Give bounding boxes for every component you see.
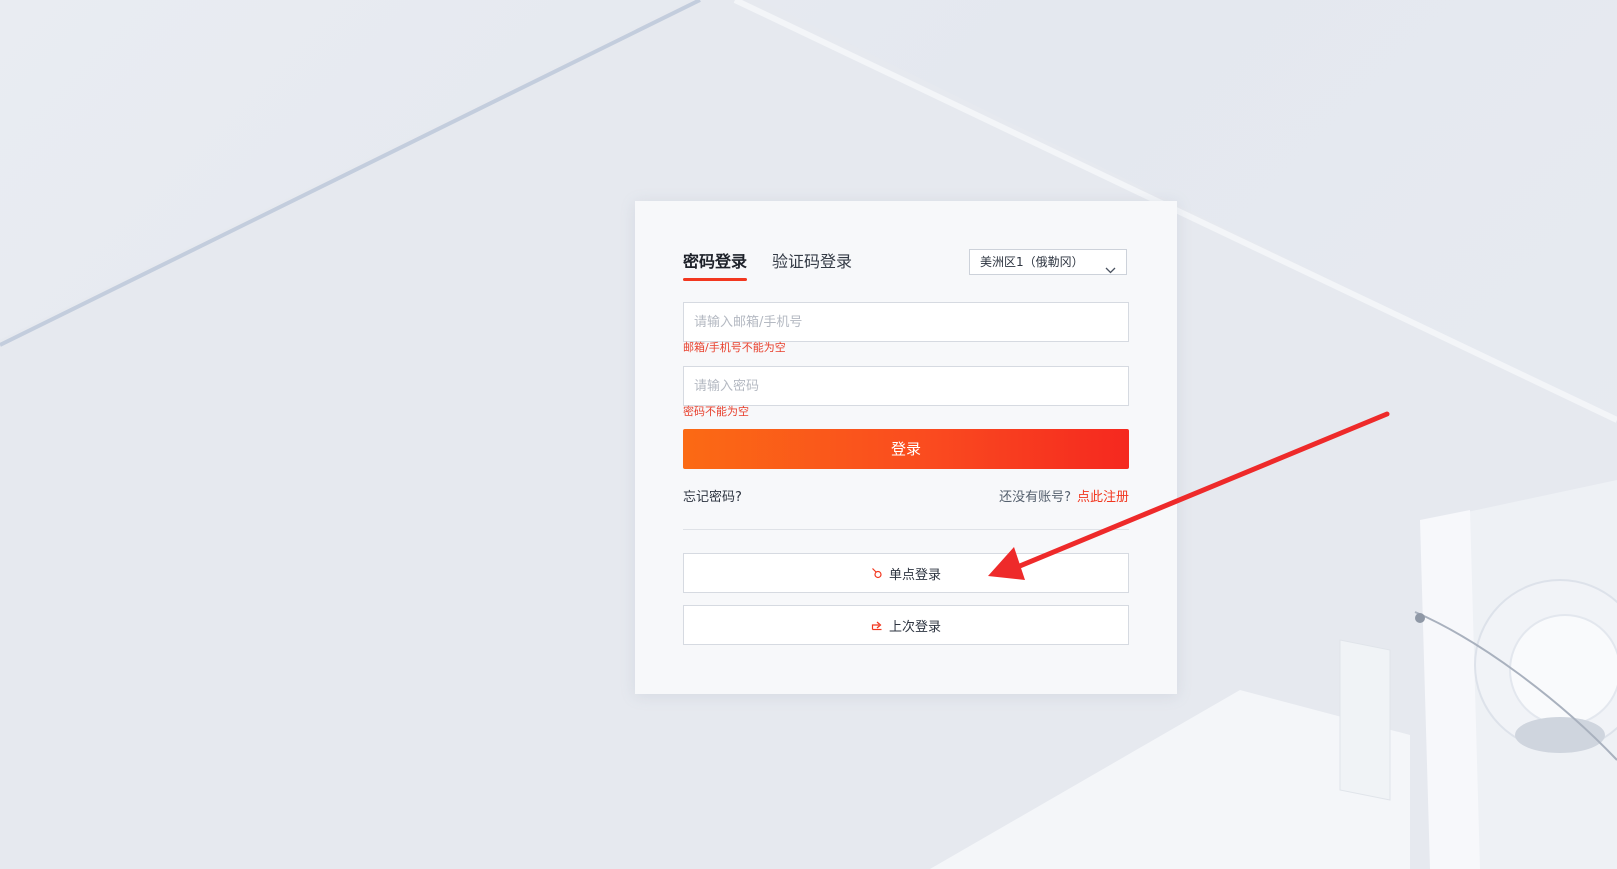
forgot-password-link[interactable]: 忘记密码? xyxy=(683,486,742,505)
chevron-down-icon xyxy=(1105,258,1116,282)
password-error-text: 密码不能为空 xyxy=(683,405,749,418)
register-prompt: 还没有账号? 点此注册 xyxy=(999,486,1129,505)
tab-code-login[interactable]: 验证码登录 xyxy=(772,251,852,273)
last-login-label: 上次登录 xyxy=(888,619,941,635)
last-login-button[interactable]: 上次登录 xyxy=(683,605,1129,645)
sso-login-label: 单点登录 xyxy=(888,567,941,583)
tab-password-login[interactable]: 密码登录 xyxy=(683,251,748,281)
link-icon xyxy=(871,567,883,579)
email-error-text: 邮箱/手机号不能为空 xyxy=(683,341,786,354)
sso-login-button[interactable]: 单点登录 xyxy=(683,553,1129,593)
register-link[interactable]: 点此注册 xyxy=(1077,490,1129,505)
email-input[interactable] xyxy=(684,303,1128,341)
region-select[interactable]: 美洲区1（俄勒冈） xyxy=(969,249,1127,275)
region-select-value: 美洲区1（俄勒冈） xyxy=(980,255,1084,269)
login-tabs: 密码登录 验证码登录 xyxy=(683,251,877,281)
login-page: 密码登录 验证码登录 美洲区1（俄勒冈） 邮箱/手机号不能为空 密码不能为空 登… xyxy=(0,0,1617,869)
password-field[interactable] xyxy=(683,366,1129,406)
divider xyxy=(683,529,1129,530)
share-icon xyxy=(871,619,883,631)
register-prompt-text: 还没有账号? xyxy=(999,490,1071,505)
email-field[interactable] xyxy=(683,302,1129,342)
login-button[interactable]: 登录 xyxy=(683,429,1129,469)
login-card: 密码登录 验证码登录 美洲区1（俄勒冈） 邮箱/手机号不能为空 密码不能为空 登… xyxy=(635,201,1177,694)
password-input[interactable] xyxy=(684,367,1128,405)
